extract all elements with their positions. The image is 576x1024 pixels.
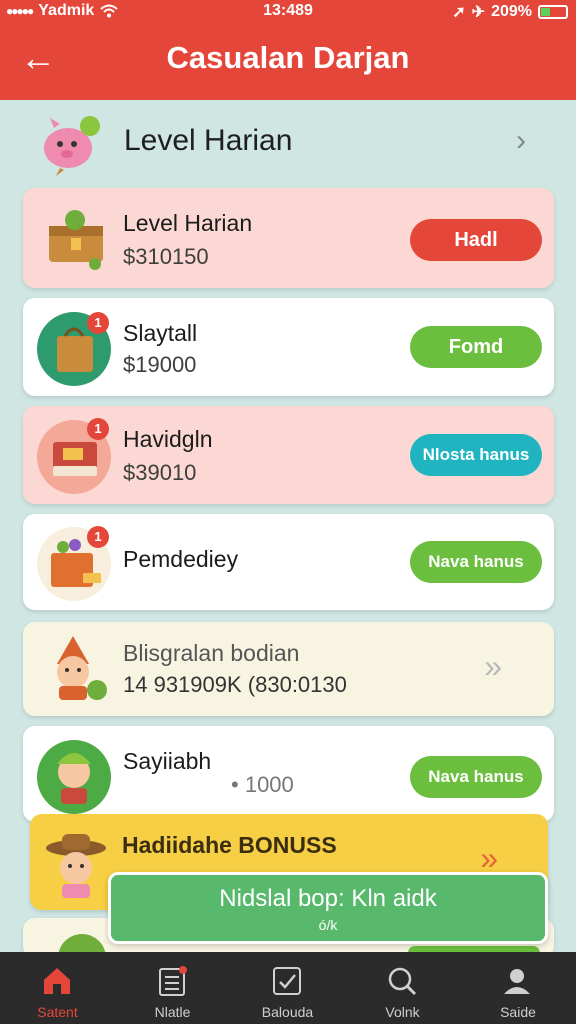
nava-hanus-button[interactable]: Nava hanus — [410, 756, 542, 798]
gnome-character-icon — [57, 636, 107, 700]
user-icon — [504, 969, 530, 994]
page-title: Casualan Darjan — [166, 40, 410, 75]
nav-label: Nlatle — [154, 1004, 191, 1020]
card-title: Slaytall — [123, 320, 198, 346]
list-item-level-harian[interactable]: Level Harian $310150 Hadl — [23, 188, 554, 288]
list-item-pemdediey[interactable]: 1 Pemdediey Nava hanus — [23, 514, 554, 610]
toast-notification[interactable]: Nidslal bop: Kln aidk ó/k — [108, 872, 548, 944]
card-title: Pemdediey — [123, 546, 239, 572]
status-right: ➚ ✈ 209% — [452, 2, 568, 22]
nav-item-home[interactable]: Satent — [0, 952, 115, 1024]
nav-label: Satent — [37, 1004, 78, 1020]
location-icon: ➚ — [452, 4, 466, 21]
list-item-blisgralan[interactable]: Blisgralan bodian 14 931909K (830:0130 » — [23, 622, 554, 716]
card-amount: $310150 — [123, 244, 209, 269]
card-amount: $19000 — [123, 352, 197, 377]
toast-title: Nidslal bop: Kln aidk — [219, 885, 437, 912]
card-title: Havidgln — [123, 426, 213, 452]
treasure-chest-icon — [49, 210, 103, 270]
battery-icon — [538, 5, 568, 19]
elf-character-icon — [37, 740, 111, 814]
card-title: Level Harian — [123, 210, 253, 236]
status-bar: ●●●●● Yadmik 13:489 ➚ ✈ 209% — [0, 0, 576, 24]
list-item-slaytall[interactable]: 1 Slaytall $19000 Fomd — [23, 298, 554, 396]
card-title: Hadiidahe BONUSS — [122, 832, 337, 858]
bullet-icon: • — [231, 772, 245, 797]
battery-percent: 209% — [491, 3, 532, 20]
pig-mascot-icon — [44, 116, 100, 176]
home-icon — [44, 968, 70, 994]
hadl-button[interactable]: Hadl — [410, 219, 542, 261]
card-amount: $39010 — [123, 460, 197, 485]
app-header: ●●●●● Yadmik 13:489 ➚ ✈ 209% ← Casualan … — [0, 0, 576, 100]
nav-item-search[interactable]: Volnk — [345, 952, 460, 1024]
search-icon — [388, 967, 417, 996]
card-amount: 1000 — [244, 772, 294, 797]
nav-label: Saide — [500, 1004, 536, 1020]
pin-icon: ✈ — [471, 4, 486, 21]
checkbox-icon — [273, 967, 301, 995]
nlosta-hanus-button[interactable]: Nlosta hanus — [410, 434, 542, 476]
notification-badge: 1 — [87, 312, 109, 334]
fomd-button[interactable]: Fomd — [410, 326, 542, 368]
nav-item-profile[interactable]: Saide — [460, 952, 576, 1024]
double-chevron-icon[interactable]: » — [484, 648, 502, 685]
chevron-right-icon[interactable]: › — [516, 124, 526, 158]
notification-badge: 1 — [87, 418, 109, 440]
list-item-sayiiabh[interactable]: Sayiiabh • 1000 Nava hanus — [23, 726, 554, 822]
cowboy-character-icon — [46, 834, 106, 898]
card-amount: 14 931909K (830:0130 — [123, 672, 347, 697]
toast-subtitle: ó/k — [318, 917, 338, 933]
bottom-navigation: Satent Nlatle Balouda Volnk Saide — [0, 952, 576, 1024]
nav-label: Volnk — [385, 1004, 420, 1020]
card-amount-row: • 1000 — [231, 772, 294, 798]
nav-item-list[interactable]: Nlatle — [115, 952, 230, 1024]
notification-badge: 1 — [87, 526, 109, 548]
list-item-havidgln[interactable]: 1 Havidgln $39010 Nlosta hanus — [23, 406, 554, 504]
card-title: Blisgralan bodian — [123, 640, 300, 666]
list-icon — [159, 966, 187, 996]
nav-label: Balouda — [261, 1004, 314, 1020]
nava-hanus-button[interactable]: Nava hanus — [410, 541, 542, 583]
section-title: Level Harian — [124, 124, 293, 157]
card-title: Sayiiabh — [123, 748, 212, 774]
nav-item-tasks[interactable]: Balouda — [230, 952, 345, 1024]
